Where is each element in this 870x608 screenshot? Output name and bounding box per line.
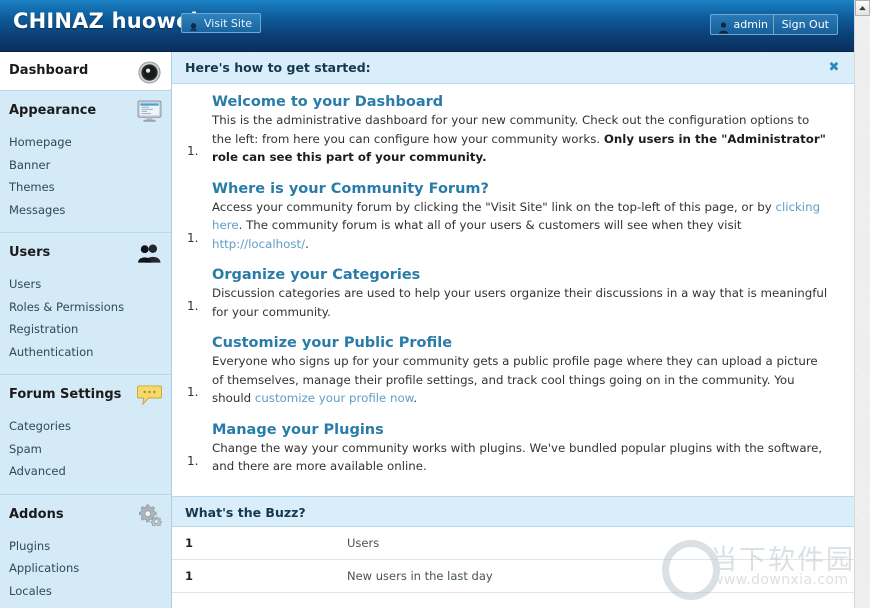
list-marker: 1. <box>187 230 199 245</box>
buzz-label: New users in the last day <box>347 568 493 583</box>
list-marker: 1. <box>187 385 199 399</box>
admin-user-button[interactable]: admin <box>709 14 778 35</box>
panel-title: Here's how to get started: <box>185 60 371 75</box>
list-marker: 1. <box>187 453 199 468</box>
guide-heading: Manage your Plugins <box>212 421 384 438</box>
guide-text: . The community forum is what all of you… <box>238 218 742 232</box>
guide-body: Discussion categories are used to help y… <box>212 284 832 321</box>
sidebar-group-title: Users <box>9 245 51 260</box>
buzz-count: 1 <box>185 568 194 583</box>
site-icon <box>188 18 199 31</box>
guide-body: Access your community forum by clicking … <box>212 198 832 254</box>
top-header-bar: CHINAZ huowei Visit Site admin Sign Out <box>0 0 854 52</box>
buzz-label: Users <box>347 535 380 550</box>
sidebar-group-users: Users Users Roles & Permissions Registra… <box>0 233 171 375</box>
guide-body: Change the way your community works with… <box>212 439 832 476</box>
sidebar-item-users[interactable]: Users <box>0 273 171 296</box>
guide-text: Discussion categories are used to help y… <box>212 286 828 319</box>
sidebar-group-title: Forum Settings <box>9 387 122 402</box>
table-row: 1 Users <box>172 527 854 560</box>
speech-bubble-icon <box>135 381 163 409</box>
sidebar-item-applications[interactable]: Applications <box>0 557 171 580</box>
sidebar-item-plugins[interactable]: Plugins <box>0 535 171 558</box>
localhost-url-link[interactable]: http://localhost/ <box>212 237 305 251</box>
sidebar-group-title: Appearance <box>9 103 97 118</box>
sidebar-item-categories[interactable]: Categories <box>0 415 171 438</box>
scroll-up-button[interactable] <box>855 0 870 16</box>
buzz-count: 1 <box>185 535 194 550</box>
gears-icon <box>135 501 163 529</box>
scrollbar-track[interactable] <box>855 17 870 608</box>
guide-text: . <box>413 391 418 405</box>
sidebar-navigation: Dashboard Appearance Homepage Banner The… <box>0 52 172 608</box>
admin-dashboard-window: CHINAZ huowei Visit Site admin Sign Out <box>0 0 870 608</box>
site-title: CHINAZ huowei <box>13 9 198 33</box>
sidebar-item-roles-permissions[interactable]: Roles & Permissions <box>0 296 171 319</box>
sidebar-group-header-forum-settings[interactable]: Forum Settings <box>0 375 171 415</box>
sidebar-item-advanced[interactable]: Advanced <box>0 460 171 483</box>
sidebar-item-registration[interactable]: Registration <box>0 318 171 341</box>
getting-started-list: Welcome to your Dashboard This is the ad… <box>172 84 854 496</box>
table-row: 1 New users in the last day <box>172 560 854 593</box>
guide-body: This is the administrative dashboard for… <box>212 111 832 167</box>
guide-text: . <box>305 236 309 251</box>
list-item: Organize your Categories Discussion cate… <box>172 267 854 321</box>
visit-site-button[interactable]: Visit Site <box>181 13 262 33</box>
list-marker: 1. <box>187 299 199 313</box>
chevron-up-icon <box>859 5 866 10</box>
guide-heading: Organize your Categories <box>212 267 421 283</box>
list-marker: 1. <box>187 144 199 158</box>
sidebar-group-forum-settings: Forum Settings Categories Spam Advanced <box>0 375 171 495</box>
sidebar-group-title: Addons <box>9 506 64 522</box>
sidebar-group-header-addons[interactable]: Addons <box>0 495 171 535</box>
users-icon <box>135 239 163 267</box>
sidebar-item-authentication[interactable]: Authentication <box>0 341 171 364</box>
guide-text: Access your community forum by clicking … <box>212 199 776 214</box>
sign-out-label: Sign Out <box>781 18 829 31</box>
guide-heading: Welcome to your Dashboard <box>212 94 444 110</box>
sidebar-dashboard-label: Dashboard <box>9 63 89 78</box>
guide-heading: Where is your Community Forum? <box>212 180 489 197</box>
list-item: Where is your Community Forum? Access yo… <box>172 181 854 254</box>
main-content-area: Here's how to get started: ✖ Welcome to … <box>172 52 854 608</box>
guide-body: Everyone who signs up for your community… <box>212 352 832 408</box>
customize-profile-link[interactable]: customize your profile now <box>255 391 413 405</box>
visit-site-label: Visit Site <box>204 16 253 30</box>
sidebar-group-header-appearance[interactable]: Appearance <box>0 91 171 131</box>
sidebar-item-messages[interactable]: Messages <box>0 199 171 222</box>
list-item: Customize your Public Profile Everyone w… <box>172 335 854 408</box>
buzz-title: What's the Buzz? <box>185 504 306 520</box>
sidebar-item-dashboard[interactable]: Dashboard <box>0 52 171 91</box>
buzz-panel-header: What's the Buzz? <box>172 495 854 527</box>
sidebar-item-themes[interactable]: Themes <box>0 176 171 199</box>
monitor-icon <box>135 97 163 125</box>
guide-text: Change the way your community works with… <box>212 440 823 474</box>
list-item: Welcome to your Dashboard This is the ad… <box>172 94 854 167</box>
admin-label: admin <box>733 18 768 31</box>
sign-out-button[interactable]: Sign Out <box>772 14 838 35</box>
vertical-scrollbar[interactable] <box>854 0 870 608</box>
sidebar-item-spam[interactable]: Spam <box>0 438 171 461</box>
list-item: Manage your Plugins Change the way your … <box>172 422 854 476</box>
getting-started-panel-header: Here's how to get started: ✖ <box>172 52 854 84</box>
sidebar-group-appearance: Appearance Homepage Banner Themes Messag… <box>0 91 171 233</box>
dashboard-gauge-icon <box>135 58 163 86</box>
sidebar-group-header-users[interactable]: Users <box>0 233 171 273</box>
sidebar-group-addons: Addons Plugins Applications Locales <box>0 495 171 608</box>
close-icon[interactable]: ✖ <box>826 59 842 75</box>
sidebar-item-banner[interactable]: Banner <box>0 154 171 177</box>
guide-heading: Customize your Public Profile <box>212 335 453 351</box>
sidebar-item-locales[interactable]: Locales <box>0 580 171 603</box>
user-icon <box>718 19 729 33</box>
sidebar-item-homepage[interactable]: Homepage <box>0 131 171 154</box>
